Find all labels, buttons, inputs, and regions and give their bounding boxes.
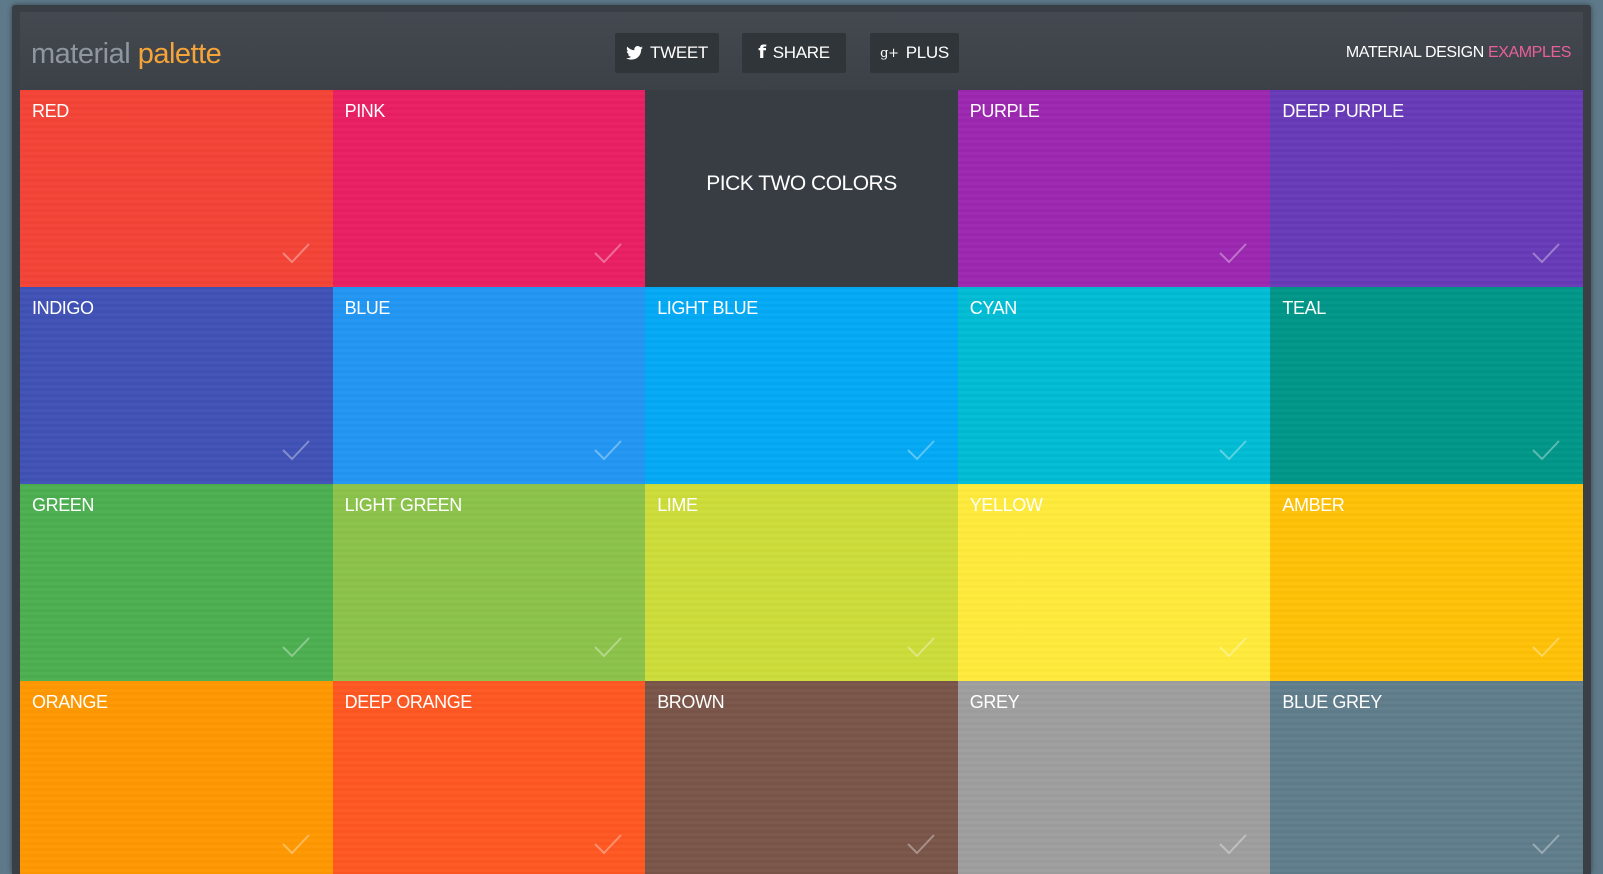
pick-two-colors-text: PICK TWO COLORS [706, 171, 897, 195]
check-icon [281, 440, 310, 461]
plus-label: PLUS [905, 43, 950, 62]
top-bar: material palette TWEET f SHARE g+ PLUS M… [20, 12, 1583, 90]
logo-light-text: material [31, 38, 131, 70]
check-icon [281, 243, 310, 264]
color-tile-purple[interactable]: PURPLE [957, 90, 1271, 287]
color-name: DEEP PURPLE [1282, 101, 1404, 121]
check-icon [281, 834, 310, 855]
color-tile-orange[interactable]: ORANGE [20, 681, 333, 874]
check-icon [594, 440, 622, 461]
color-name: INDIGO [32, 298, 94, 318]
material-design-examples-link[interactable]: MATERIAL DESIGN EXAMPLES [1345, 44, 1572, 62]
plus-button[interactable]: g+ PLUS [870, 33, 959, 73]
color-name: PINK [344, 101, 386, 121]
color-name: LIGHT BLUE [657, 298, 758, 318]
share-label: SHARE [772, 43, 830, 62]
logo-bold-text: palette [137, 38, 222, 70]
check-icon [1219, 440, 1248, 461]
check-icon [1219, 834, 1248, 855]
color-tile-teal[interactable]: TEAL [1270, 287, 1583, 484]
color-name: LIGHT GREEN [344, 495, 463, 515]
check-icon [1219, 243, 1248, 264]
check-icon [594, 243, 622, 264]
color-name: YELLOW [969, 495, 1043, 515]
color-name: LIME [657, 495, 698, 515]
color-name: DEEP ORANGE [344, 692, 473, 712]
color-name: CYAN [969, 298, 1017, 318]
color-tile-deep-purple[interactable]: DEEP PURPLE [1270, 90, 1583, 287]
color-name: PURPLE [969, 101, 1040, 121]
color-tile-green[interactable]: GREEN [20, 484, 333, 681]
check-icon [594, 637, 622, 658]
check-icon [907, 637, 935, 658]
color-name: RED [32, 101, 69, 121]
link-main-text: MATERIAL DESIGN [1345, 44, 1484, 61]
color-tile-grey[interactable]: GREY [957, 681, 1271, 874]
color-name: GREY [969, 692, 1020, 712]
color-tile-light-blue[interactable]: LIGHT BLUE [645, 287, 958, 484]
color-tile-light-green[interactable]: LIGHT GREEN [332, 484, 646, 681]
google-plus-icon: g+ [880, 45, 899, 61]
app-window: material palette TWEET f SHARE g+ PLUS M… [12, 5, 1591, 874]
color-grid: RED PINK PICK TWO COLORS PURPLE DEEP PUR… [20, 90, 1583, 874]
color-name: GREEN [32, 495, 95, 515]
tweet-button[interactable]: TWEET [615, 33, 719, 73]
check-icon [1532, 243, 1560, 264]
color-tile-blue-grey[interactable]: BLUE GREY [1270, 681, 1583, 874]
check-icon [281, 637, 310, 658]
check-icon [1532, 440, 1560, 461]
pick-two-colors-panel: PICK TWO COLORS [645, 90, 958, 287]
color-name: AMBER [1282, 495, 1345, 515]
check-icon [1532, 637, 1560, 658]
check-icon [594, 834, 622, 855]
color-tile-lime[interactable]: LIME [645, 484, 958, 681]
tweet-label: TWEET [650, 43, 708, 62]
color-tile-yellow[interactable]: YELLOW [957, 484, 1271, 681]
check-icon [907, 440, 935, 461]
color-name: ORANGE [32, 692, 108, 712]
facebook-f-icon: f [758, 42, 766, 63]
share-button[interactable]: f SHARE [742, 33, 846, 73]
color-name: BLUE [344, 298, 391, 318]
color-tile-brown[interactable]: BROWN [645, 681, 958, 874]
color-tile-red[interactable]: RED [20, 90, 333, 287]
link-accent-text: EXAMPLES [1487, 44, 1571, 61]
color-tile-blue[interactable]: BLUE [332, 287, 646, 484]
check-icon [1532, 834, 1560, 855]
check-icon [907, 834, 935, 855]
color-tile-pink[interactable]: PINK [332, 90, 646, 287]
color-name: BLUE GREY [1282, 692, 1382, 712]
logo[interactable]: material palette [31, 38, 222, 71]
color-tile-cyan[interactable]: CYAN [957, 287, 1271, 484]
color-tile-amber[interactable]: AMBER [1270, 484, 1583, 681]
check-icon [1219, 637, 1248, 658]
twitter-bird-icon [626, 46, 643, 60]
color-name: TEAL [1282, 298, 1326, 318]
color-name: BROWN [657, 692, 725, 712]
color-tile-indigo[interactable]: INDIGO [20, 287, 333, 484]
color-tile-deep-orange[interactable]: DEEP ORANGE [332, 681, 646, 874]
